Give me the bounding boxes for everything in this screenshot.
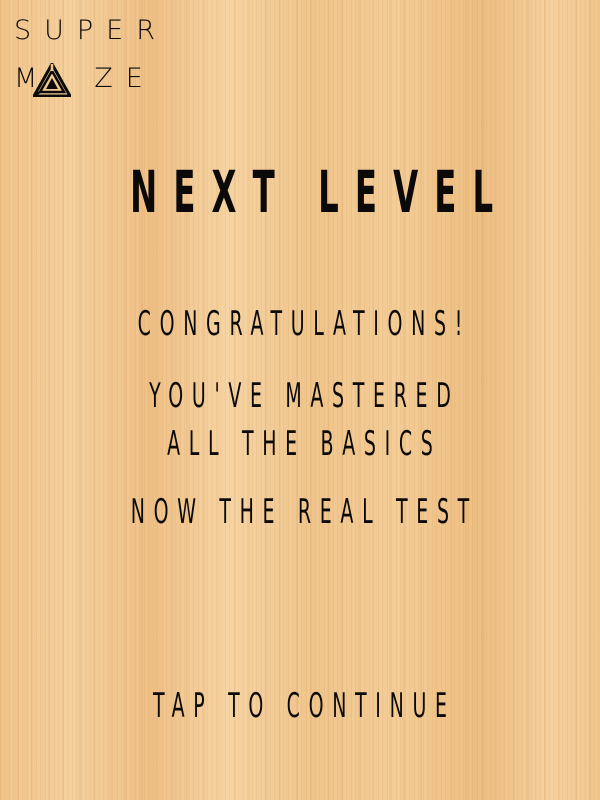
next-level-title: NEXT LEVEL [130, 158, 510, 226]
basics-text: ALL THE BASICS [167, 424, 442, 464]
logo-letters-ze: ZE [94, 63, 156, 94]
real-test-text: NOW THE REAL TEST [130, 492, 478, 532]
logo-word-super: SUPER [14, 15, 169, 46]
tap-to-continue-button[interactable]: TAP TO CONTINUE [114, 684, 486, 728]
next-level-screen: SUPER M ZE NEXT LEVEL CONGRATULATIONS! YO… [0, 0, 600, 800]
mastered-text: YOU'VE MASTERED [149, 376, 460, 416]
triangle-maze-icon [33, 63, 71, 97]
congratulations-text: CONGRATULATIONS! [137, 304, 472, 344]
super-maze-logo: SUPER M ZE [14, 14, 155, 98]
